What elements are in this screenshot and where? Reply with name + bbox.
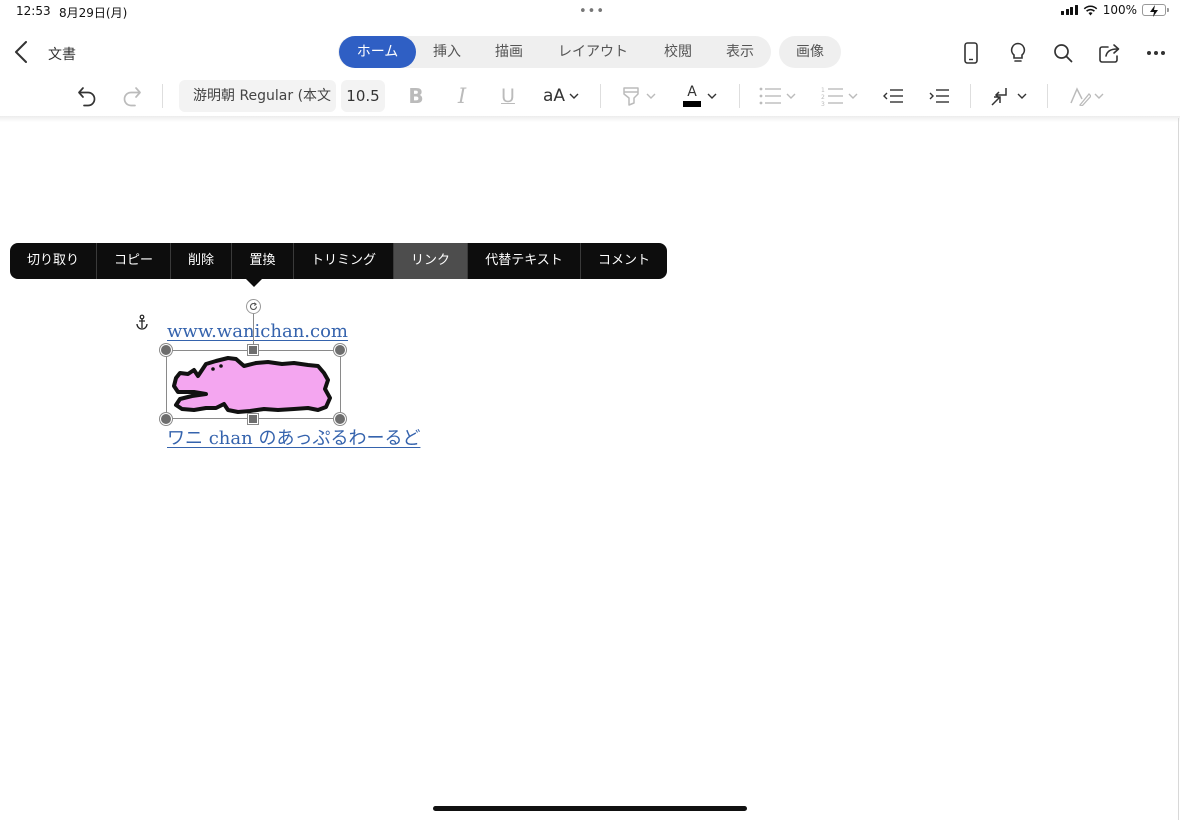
undo-icon <box>78 87 96 107</box>
svg-text:1: 1 <box>821 87 825 94</box>
toolbar-divider <box>162 84 163 108</box>
font-size-menu-label: aA <box>542 86 566 106</box>
font-color-icon: A <box>683 83 701 107</box>
resize-handle-top-left[interactable] <box>160 344 172 356</box>
font-size-field[interactable]: 10.5 <box>341 80 385 112</box>
menu-item-alt-text[interactable]: 代替テキスト <box>468 243 581 279</box>
highlight-button[interactable] <box>618 80 658 112</box>
toolbar-divider <box>600 84 601 108</box>
resize-handle-top[interactable] <box>248 345 258 355</box>
battery-icon <box>1142 4 1169 17</box>
font-color-button[interactable]: A <box>679 80 721 112</box>
search-icon <box>1054 44 1073 63</box>
share-button[interactable] <box>1097 40 1123 66</box>
lightbulb-icon <box>1010 42 1026 62</box>
cellular-signal-icon <box>1061 5 1078 15</box>
highlighter-icon <box>622 87 639 106</box>
anchor-icon[interactable] <box>135 314 149 330</box>
menu-item-link[interactable]: リンク <box>394 243 468 279</box>
styles-icon <box>1069 87 1091 106</box>
menu-item-replace[interactable]: 置換 <box>232 243 294 279</box>
search-button[interactable] <box>1050 40 1076 66</box>
tab-review[interactable]: 校閲 <box>650 36 706 68</box>
more-icon <box>1147 51 1165 55</box>
phone-layout-icon <box>964 42 978 64</box>
crocodile-image[interactable] <box>170 352 336 418</box>
undo-button[interactable] <box>74 80 100 112</box>
more-button[interactable] <box>1143 40 1169 66</box>
decrease-indent-button[interactable] <box>880 80 906 112</box>
tab-picture[interactable]: 画像 <box>779 36 841 68</box>
wifi-icon <box>1083 4 1097 15</box>
context-menu: 切り取り コピー 削除 置換 トリミング リンク 代替テキスト コメント <box>10 243 667 279</box>
paragraph-mark-icon <box>990 88 1007 106</box>
decrease-indent-icon <box>883 89 903 103</box>
status-time: 12:53 <box>16 4 51 18</box>
redo-icon <box>123 87 141 107</box>
toolbar-divider <box>1047 84 1048 108</box>
battery-percent: 100% <box>1102 3 1137 17</box>
toolbar-divider <box>970 84 971 108</box>
increase-indent-icon <box>929 89 949 103</box>
phone-layout-button[interactable] <box>958 40 984 66</box>
svg-text:2: 2 <box>821 94 825 101</box>
bold-button[interactable]: B <box>404 80 428 112</box>
chevron-down-icon <box>1017 93 1026 99</box>
page-edge <box>1178 118 1179 820</box>
document-title[interactable]: 文書 <box>48 44 76 64</box>
multitasking-handle[interactable]: ••• <box>579 4 605 19</box>
tab-layout[interactable]: レイアウト <box>546 36 640 68</box>
chevron-down-icon <box>848 93 857 99</box>
rotate-icon <box>249 302 258 310</box>
menu-item-delete[interactable]: 削除 <box>171 243 232 279</box>
menu-item-cut[interactable]: 切り取り <box>10 243 97 279</box>
resize-handle-bottom[interactable] <box>248 414 258 424</box>
svg-text:3: 3 <box>821 101 825 106</box>
hyperlink-url[interactable]: www.wanichan.com <box>167 321 348 342</box>
back-button[interactable] <box>10 38 32 66</box>
chevron-down-icon <box>1094 93 1103 99</box>
increase-indent-button[interactable] <box>926 80 952 112</box>
tab-draw[interactable]: 描画 <box>482 36 536 68</box>
toolbar-divider <box>739 84 740 108</box>
menu-item-comment[interactable]: コメント <box>581 243 667 279</box>
chevron-down-icon <box>569 93 579 99</box>
italic-button[interactable]: I <box>450 80 474 112</box>
hyperlink-app-title[interactable]: ワニ chan のあっぷるわーるど <box>167 424 420 450</box>
status-indicators: 100% <box>1061 3 1169 17</box>
rotate-handle[interactable] <box>246 299 261 314</box>
tab-insert[interactable]: 挿入 <box>420 36 474 68</box>
ideas-button[interactable] <box>1005 40 1031 66</box>
bullets-button[interactable] <box>756 80 798 112</box>
menu-item-copy[interactable]: コピー <box>97 243 171 279</box>
resize-handle-top-right[interactable] <box>334 344 346 356</box>
redo-button[interactable] <box>119 80 145 112</box>
chevron-down-icon <box>786 93 795 99</box>
underline-button[interactable]: U <box>496 80 520 112</box>
context-menu-pointer <box>246 279 262 287</box>
chevron-down-icon <box>646 93 655 99</box>
toolbar-shadow <box>0 116 1180 122</box>
font-color-letter: A <box>687 83 697 100</box>
font-size-menu-button[interactable]: aA <box>540 80 582 112</box>
tab-view[interactable]: 表示 <box>712 36 768 68</box>
status-bar: 12:53 8月29日(月) ••• 100% <box>0 0 1180 24</box>
status-date: 8月29日(月) <box>59 6 128 20</box>
paragraph-mark-button[interactable] <box>987 80 1029 112</box>
chevron-left-icon <box>15 41 27 63</box>
home-indicator[interactable] <box>433 806 747 811</box>
styles-button[interactable] <box>1065 80 1107 112</box>
numbering-button[interactable]: 1 2 3 <box>818 80 860 112</box>
ribbon-toolbar: 游明朝 Regular (本文 10.5 B I U aA A 1 2 3 <box>0 76 1180 116</box>
font-name-field[interactable]: 游明朝 Regular (本文 <box>179 80 336 112</box>
bullets-icon <box>759 87 781 105</box>
chevron-down-icon <box>707 93 717 99</box>
menu-item-crop[interactable]: トリミング <box>294 243 394 279</box>
numbering-icon: 1 2 3 <box>821 87 843 106</box>
top-navigation: 文書 ホーム 挿入 描画 レイアウト 校閲 表示 画像 <box>0 28 1180 76</box>
tab-home[interactable]: ホーム <box>339 36 416 68</box>
share-icon <box>1099 44 1120 63</box>
